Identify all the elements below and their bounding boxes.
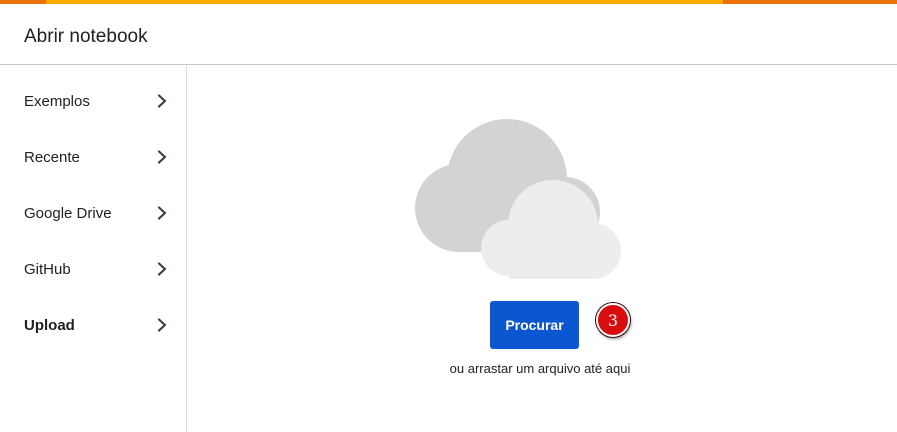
accent-segment bbox=[46, 0, 723, 4]
dialog-title: Abrir notebook bbox=[24, 26, 148, 47]
upload-panel: Procurar 3 ou arrastar um arquivo até aq… bbox=[187, 65, 897, 432]
top-accent-bar bbox=[0, 0, 897, 4]
sidebar-item-exemplos[interactable]: Exemplos bbox=[0, 73, 186, 129]
chevron-right-icon bbox=[157, 262, 167, 276]
chevron-right-icon bbox=[157, 318, 167, 332]
browse-button[interactable]: Procurar bbox=[490, 301, 579, 349]
cloud-upload-icon bbox=[415, 119, 621, 279]
sidebar-item-google-drive[interactable]: Google Drive bbox=[0, 185, 186, 241]
accent-segment bbox=[0, 0, 46, 4]
accent-segment bbox=[723, 0, 897, 4]
sidebar: Exemplos Recente Google Drive GitHub Upl… bbox=[0, 65, 186, 432]
sidebar-item-label: Upload bbox=[24, 316, 75, 334]
sidebar-item-label: Exemplos bbox=[24, 92, 90, 110]
sidebar-item-label: Google Drive bbox=[24, 204, 112, 222]
chevron-right-icon bbox=[157, 94, 167, 108]
sidebar-item-label: GitHub bbox=[24, 260, 71, 278]
step-marker-badge: 3 bbox=[596, 303, 630, 337]
chevron-right-icon bbox=[157, 150, 167, 164]
sidebar-item-recente[interactable]: Recente bbox=[0, 129, 186, 185]
sidebar-item-github[interactable]: GitHub bbox=[0, 241, 186, 297]
chevron-right-icon bbox=[157, 206, 167, 220]
drop-hint-text: ou arrastar um arquivo até aqui bbox=[449, 361, 631, 376]
sidebar-item-upload[interactable]: Upload bbox=[0, 297, 186, 353]
sidebar-item-label: Recente bbox=[24, 148, 80, 166]
